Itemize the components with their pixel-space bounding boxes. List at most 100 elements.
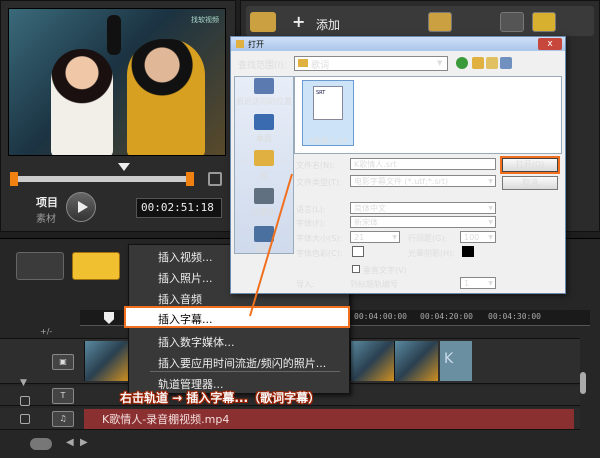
- language-label: 语言(L):: [296, 205, 326, 214]
- menu-separator: [150, 371, 340, 372]
- file-item-name: K歌情人.srt: [309, 137, 347, 145]
- menu-item-insert-subtitle[interactable]: 插入字幕...: [158, 311, 213, 327]
- add-icon[interactable]: +: [292, 12, 305, 31]
- video-clip-frame[interactable]: [350, 341, 394, 381]
- scroll-right-icon[interactable]: ▶: [80, 437, 88, 448]
- add-media-button[interactable]: 添加: [316, 16, 340, 33]
- scrub-head[interactable]: [118, 163, 130, 171]
- menu-item-insert-timelapse-photo[interactable]: 插入要应用时间流逝/频闪的照片...: [158, 355, 326, 371]
- back-icon[interactable]: [456, 57, 468, 69]
- video-clip-frame[interactable]: [394, 341, 438, 381]
- filetype-label: 文件类型(T):: [296, 178, 342, 187]
- font-value: 新宋体: [354, 218, 378, 227]
- trim-end-marker[interactable]: [186, 172, 194, 186]
- video-clip-end[interactable]: K: [440, 341, 472, 381]
- video-person-left: [51, 49, 113, 155]
- video-track-icon: ▣: [52, 354, 74, 370]
- trim-start-marker[interactable]: [10, 172, 18, 186]
- video-clip-frame[interactable]: [84, 341, 128, 381]
- up-folder-icon[interactable]: [472, 57, 484, 69]
- fontsize-value: 21: [354, 233, 365, 242]
- chevron-down-icon: ▼: [488, 178, 493, 185]
- dialog-app-icon: [236, 40, 244, 48]
- chevron-down-icon: ▼: [488, 280, 493, 287]
- linespacing-value: 100: [464, 233, 480, 242]
- chevron-down-icon: ▼: [488, 234, 493, 241]
- chevron-down-icon[interactable]: ▼: [437, 59, 442, 67]
- shadow-color-swatch[interactable]: [462, 246, 474, 257]
- desktop-icon[interactable]: [254, 114, 274, 130]
- font-label: 字体(F):: [296, 219, 326, 228]
- video-preview: 找软视频: [8, 8, 226, 156]
- place-computer[interactable]: 计算机: [236, 207, 292, 218]
- microphone-shape: [107, 15, 121, 55]
- play-button[interactable]: [66, 192, 96, 222]
- dialog-close-button[interactable]: x: [538, 38, 562, 50]
- video-watermark: 找软视频: [191, 16, 219, 24]
- timecode-display[interactable]: 00:02:51:18: [136, 198, 222, 218]
- user-icon[interactable]: [500, 12, 524, 32]
- dialog-titlebar[interactable]: [231, 37, 565, 51]
- menu-item-insert-video[interactable]: 插入视频...: [158, 249, 213, 265]
- linespacing-select[interactable]: 100 ▼: [460, 231, 496, 243]
- timeline-view-button[interactable]: [72, 252, 120, 280]
- view-menu-icon[interactable]: [500, 57, 512, 69]
- library-icon[interactable]: [254, 150, 274, 166]
- vertical-scrollbar[interactable]: [580, 372, 586, 394]
- scroll-left-icon[interactable]: ◀: [66, 437, 74, 448]
- lock-icon[interactable]: [20, 414, 30, 424]
- collapse-icon[interactable]: ▼: [20, 378, 27, 388]
- track-add-remove-button[interactable]: +/-: [40, 327, 52, 336]
- ruler-tick: 00:04:00:00: [354, 312, 407, 321]
- music-note-icon[interactable]: [532, 12, 556, 32]
- vertical-text-label: 垂直文字(V): [363, 266, 407, 275]
- lock-icon[interactable]: [20, 396, 30, 406]
- video-person-right: [127, 39, 205, 155]
- network-icon[interactable]: [254, 226, 274, 242]
- new-folder-icon[interactable]: [486, 57, 498, 69]
- menu-item-insert-photo[interactable]: 插入照片...: [158, 270, 213, 286]
- annotation-caption: 右击轨道 → 插入字幕...（歌词字幕）: [120, 391, 321, 405]
- title-track-icon: T: [52, 388, 74, 404]
- audio-clip[interactable]: K歌情人-录音棚视频.mp4: [84, 409, 574, 429]
- computer-icon[interactable]: [254, 188, 274, 204]
- storyboard-view-button[interactable]: [16, 252, 64, 280]
- filename-label: 文件名(N):: [296, 161, 335, 170]
- language-select[interactable]: 简体中文 ▼: [350, 202, 496, 214]
- font-select[interactable]: 新宋体 ▼: [350, 216, 496, 228]
- lookin-select[interactable]: 歌词: [294, 56, 448, 71]
- lookin-label: 查找范围(I):: [238, 61, 287, 71]
- folder-icon[interactable]: [250, 12, 276, 32]
- fontcolor-label: 字体色彩(C):: [296, 249, 343, 258]
- fontsize-select[interactable]: 21 ▼: [350, 231, 400, 243]
- place-recent[interactable]: 最近访问的位置: [236, 96, 292, 107]
- file-type-badge: SRT: [316, 90, 326, 96]
- filetype-select[interactable]: 电影字幕文件 (*.utf;*.srt) ▼: [350, 175, 496, 187]
- font-color-swatch[interactable]: [352, 246, 364, 257]
- place-desktop[interactable]: 桌面: [236, 133, 292, 144]
- zoom-button[interactable]: [30, 438, 52, 450]
- open-button[interactable]: 打开(O): [500, 156, 560, 174]
- cancel-button[interactable]: 取消: [502, 176, 558, 190]
- chevron-down-icon: ▼: [392, 234, 397, 241]
- recent-places-icon[interactable]: [254, 78, 274, 94]
- filename-input[interactable]: K歌情人.srt: [350, 158, 496, 170]
- mode-project-label[interactable]: 项目: [36, 194, 58, 210]
- menu-item-insert-audio[interactable]: 插入音频: [158, 291, 202, 307]
- popout-icon[interactable]: [208, 172, 222, 186]
- import-track-select[interactable]: 1 ▼: [460, 277, 496, 289]
- ruler-tick: 00:04:30:00: [488, 312, 541, 321]
- chevron-down-icon: ▼: [488, 205, 493, 212]
- media-folder-icon[interactable]: [428, 12, 452, 32]
- import-option-label: 到标题轨编号: [350, 280, 398, 289]
- place-network[interactable]: 网络: [236, 244, 292, 255]
- scrub-bar[interactable]: [14, 176, 194, 182]
- linespacing-label: 行间距(G):: [408, 234, 448, 243]
- import-label: 导入:: [296, 280, 315, 289]
- import-track-value: 1: [464, 279, 470, 288]
- fontsize-label: 字体大小(S):: [296, 234, 343, 243]
- vertical-text-checkbox[interactable]: [352, 265, 360, 273]
- menu-item-insert-digital-media[interactable]: 插入数字媒体...: [158, 334, 235, 350]
- place-library[interactable]: 库: [236, 170, 292, 181]
- mode-clip-label[interactable]: 素材: [36, 210, 56, 225]
